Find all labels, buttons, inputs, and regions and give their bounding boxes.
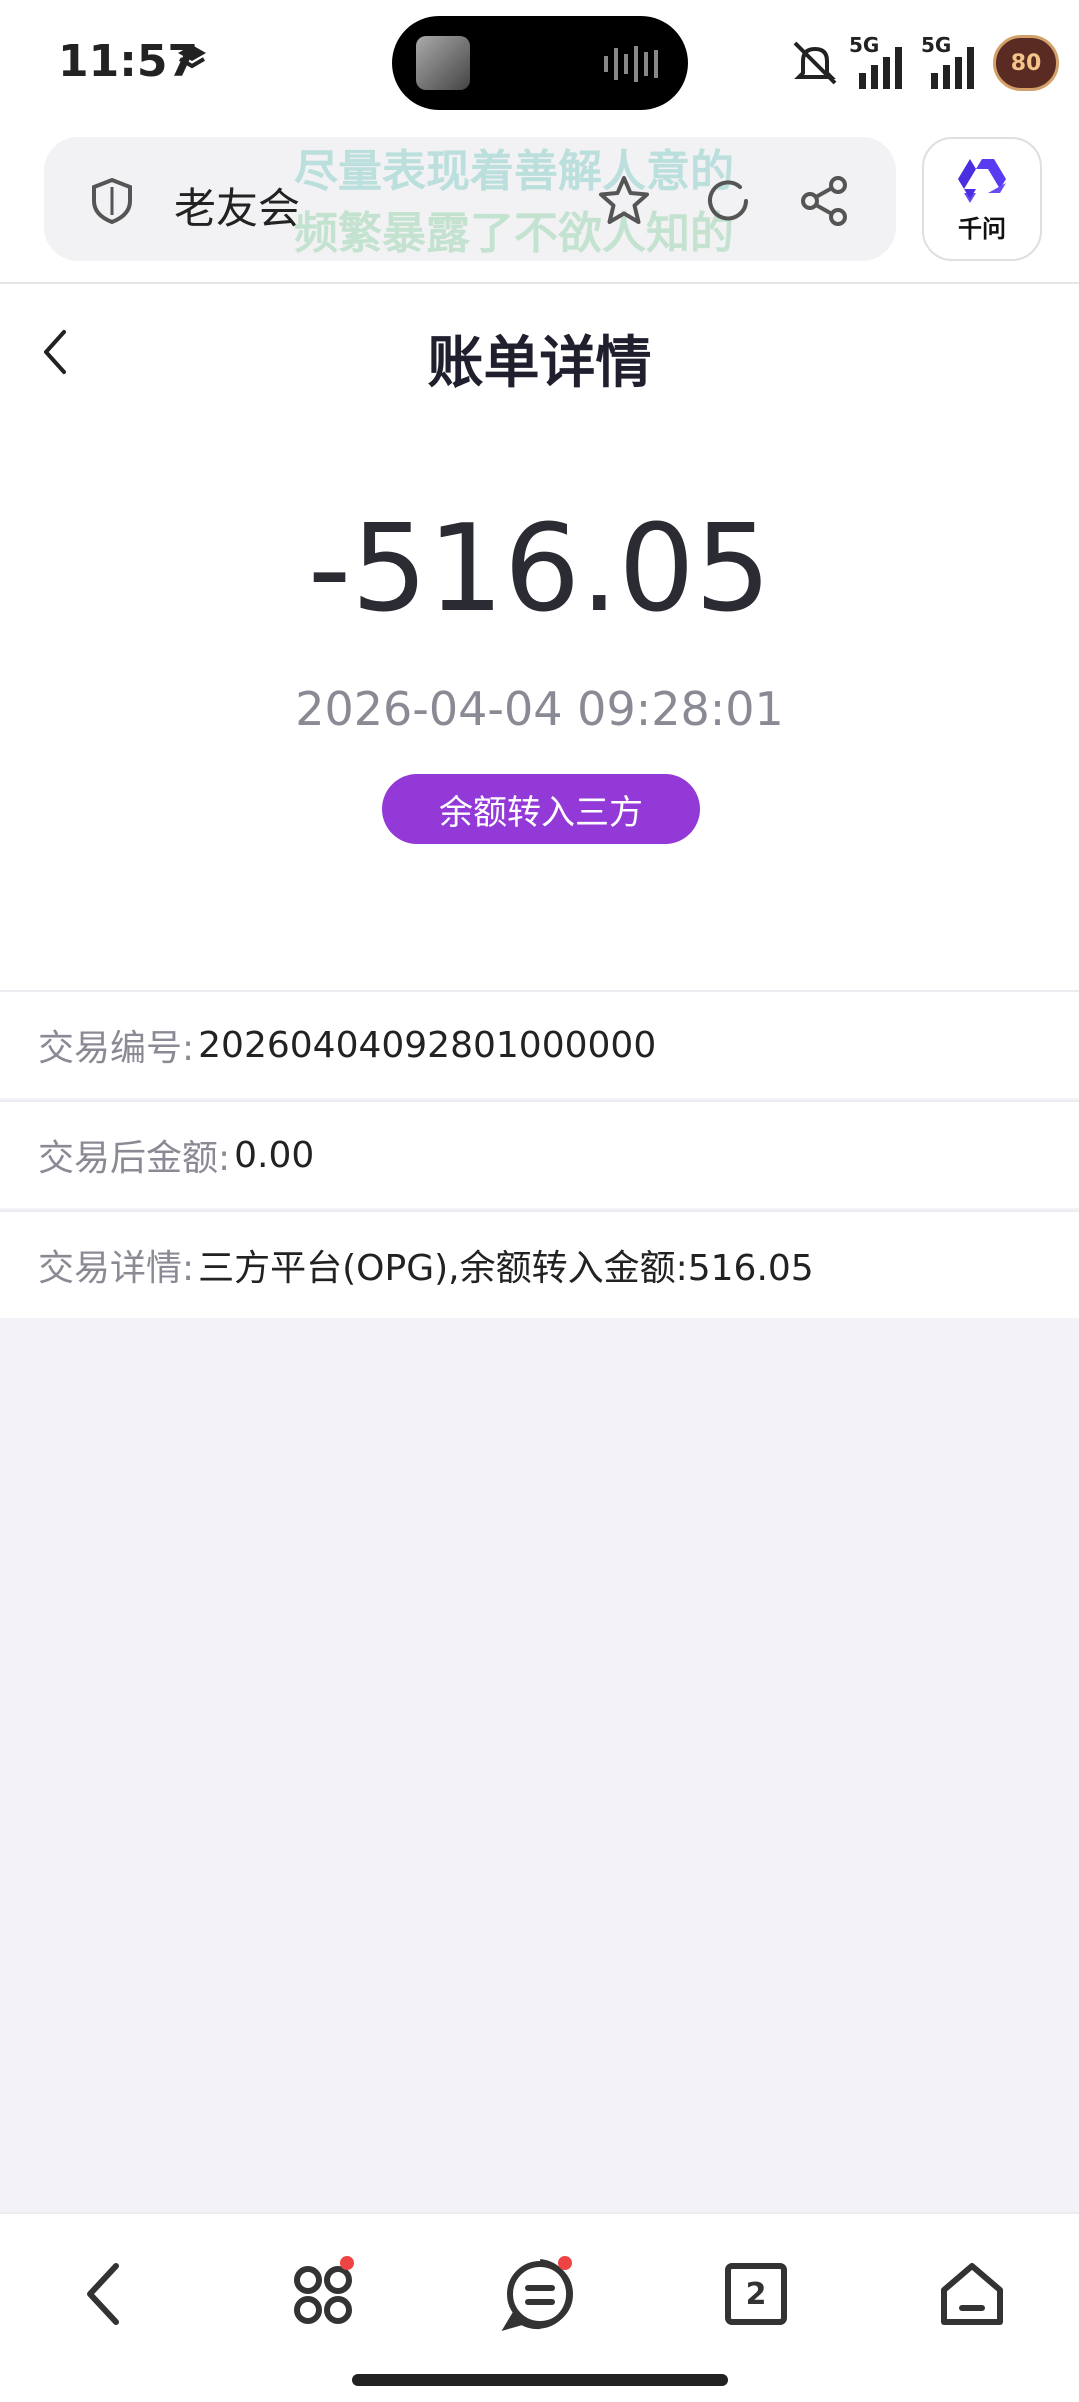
signal-5g-2: 5G — [921, 33, 985, 93]
bill-amount: -516.05 — [307, 500, 772, 639]
bill-summary: -516.05 2026-04-04 09:28:01 余额转入三方 — [0, 414, 1079, 990]
watermark-line-1: 尽量表现着善解人意的 — [294, 146, 734, 197]
menu-button[interactable] — [500, 2254, 580, 2334]
bottom-navigation: 2 — [0, 2212, 1079, 2402]
star-icon[interactable] — [596, 173, 652, 229]
detail-row-balance-after: 交易后金额: 0.00 — [0, 1100, 1079, 1208]
detail-label: 交易后金额: — [38, 1138, 231, 1179]
watermark-line-2: 频繁暴露了不欲人知的 — [294, 208, 734, 259]
back-icon[interactable] — [66, 2254, 146, 2334]
detail-value: 20260404092801000000 — [198, 1024, 657, 1066]
home-indicator[interactable] — [352, 2374, 728, 2386]
refresh-icon[interactable] — [700, 173, 756, 229]
tab-count: 2 — [745, 2276, 767, 2312]
address-bar[interactable]: 老友会 尽量表现着善解人意的 频繁暴露了不欲人知的 — [44, 137, 896, 261]
mute-bell-icon — [793, 41, 837, 85]
detail-label: 交易编号: — [38, 1028, 195, 1069]
share-icon[interactable] — [796, 173, 852, 229]
page-header: 账单详情 — [0, 284, 1079, 414]
layers-icon — [178, 45, 206, 69]
dynamic-island — [392, 16, 688, 110]
detail-value: 0.00 — [234, 1134, 315, 1176]
page-title: 账单详情 — [427, 331, 652, 396]
bill-datetime: 2026-04-04 09:28:01 — [295, 682, 784, 736]
notification-dot — [340, 2256, 354, 2270]
detail-row-transaction-id: 交易编号: 20260404092801000000 — [0, 990, 1079, 1098]
detail-label: 交易详情: — [38, 1248, 195, 1289]
qwen-label: 千问 — [958, 215, 1006, 243]
status-bar: 11:57 5G 5G 80 — [0, 0, 1079, 125]
detail-value: 三方平台(OPG),余额转入金额:516.05 — [198, 1248, 814, 1289]
browser-toolbar: 老友会 尽量表现着善解人意的 频繁暴露了不欲人知的 千问 — [0, 125, 1079, 284]
qwen-logo-icon — [958, 159, 1006, 203]
site-name[interactable]: 老友会 — [174, 175, 300, 236]
shield-icon[interactable] — [90, 177, 134, 225]
media-thumbnail — [416, 36, 470, 90]
detail-row-transaction-details: 交易详情: 三方平台(OPG),余额转入金额:516.05 — [0, 1210, 1079, 1318]
notification-dot — [558, 2256, 572, 2270]
status-icons: 5G 5G 80 — [789, 28, 1059, 98]
watermark-text: 尽量表现着善解人意的 频繁暴露了不欲人知的 — [294, 141, 734, 265]
signal-bars-icon — [931, 47, 974, 89]
tabs-button[interactable]: 2 — [716, 2254, 796, 2334]
apps-button[interactable] — [284, 2254, 364, 2334]
home-icon[interactable] — [932, 2254, 1012, 2334]
battery-indicator: 80 — [993, 35, 1059, 91]
qwen-assistant-button[interactable]: 千问 — [922, 137, 1042, 261]
signal-bars-icon — [859, 47, 902, 89]
signal-5g-1: 5G — [849, 33, 913, 93]
audio-wave-icon — [604, 46, 658, 82]
transaction-type-badge: 余额转入三方 — [382, 774, 700, 844]
